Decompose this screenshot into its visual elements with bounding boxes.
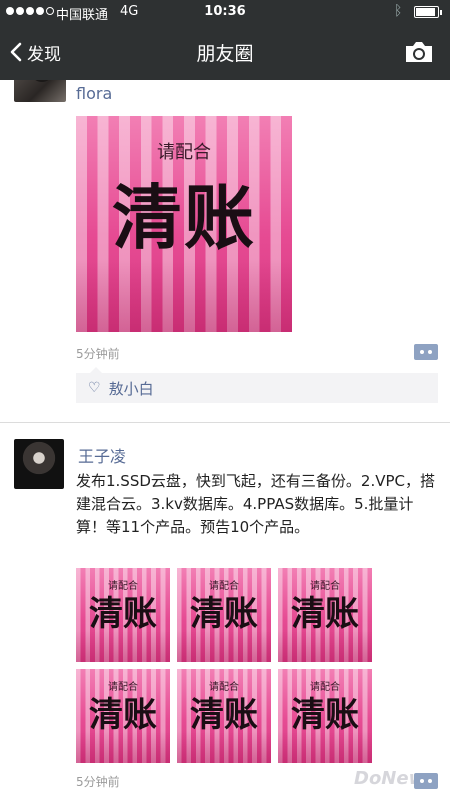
- poster-big-text: 清账: [89, 695, 157, 735]
- navigation-bar: 发现 朋友圈: [0, 24, 450, 80]
- poster-big-text: 清账: [190, 594, 258, 634]
- post-time: 5分钟前: [76, 775, 120, 789]
- post-time: 5分钟前: [76, 347, 120, 361]
- post-text: 发布1.SSD云盘，快到飞起，还有三备份。2.VPC，搭建混合云。3.kv数据库…: [76, 472, 435, 536]
- post-author[interactable]: 王子凌: [78, 443, 126, 467]
- comment-button[interactable]: [414, 344, 438, 360]
- poster-big-text: 清账: [89, 594, 157, 634]
- status-bar: 中国联通 4G 10:36 ᛒ: [0, 0, 450, 24]
- page-title: 朋友圈: [196, 43, 254, 65]
- likes-bar: ♡ 敖小白: [76, 367, 438, 403]
- poster-big-text: 清账: [291, 695, 359, 735]
- poster-big-text: 清账: [112, 177, 256, 259]
- poster-small-text: 请配合: [108, 682, 138, 693]
- heart-icon: ♡: [88, 380, 101, 396]
- post-image-thumb[interactable]: 请配合 清账: [278, 669, 372, 763]
- poster-big-text: 清账: [190, 695, 258, 735]
- post-image-thumb[interactable]: 请配合 清账: [76, 568, 170, 662]
- post-image-thumb[interactable]: 请配合 清账: [177, 568, 271, 662]
- poster-big-text: 清账: [291, 594, 359, 634]
- poster-small-text: 请配合: [209, 581, 239, 592]
- post-image-thumb[interactable]: 请配合 清账: [177, 669, 271, 763]
- top-bar: 中国联通 4G 10:36 ᛒ 发现 朋友圈: [0, 0, 450, 80]
- poster-small-text: 请配合: [209, 682, 239, 693]
- camera-icon: [406, 42, 432, 62]
- battery-icon: [414, 6, 442, 18]
- poster-graphic: 请配合 清账: [76, 116, 292, 332]
- moments-feed[interactable]: flora 请配合 清账 5分钟前 ♡ 敖小白 王子凌 发布1.SSD云盘，快到…: [0, 80, 450, 801]
- status-time: 10:36: [204, 4, 246, 19]
- poster-small-text: 请配合: [310, 682, 340, 693]
- camera-button[interactable]: [404, 40, 434, 64]
- post-image[interactable]: 请配合 清账: [76, 116, 292, 332]
- post-image-thumb[interactable]: 请配合 清账: [278, 568, 372, 662]
- avatar[interactable]: [14, 80, 66, 102]
- avatar[interactable]: [14, 439, 64, 489]
- poster-small-text: 请配合: [108, 581, 138, 592]
- poster-small-text: 请配合: [157, 142, 211, 163]
- post-image-thumb[interactable]: 请配合 清账: [76, 669, 170, 763]
- post-author[interactable]: flora: [76, 84, 112, 103]
- bluetooth-icon: ᛒ: [394, 3, 403, 19]
- divider: [0, 422, 450, 423]
- poster-small-text: 请配合: [310, 581, 340, 592]
- comment-button[interactable]: [414, 773, 438, 789]
- like-user[interactable]: 敖小白: [109, 378, 154, 399]
